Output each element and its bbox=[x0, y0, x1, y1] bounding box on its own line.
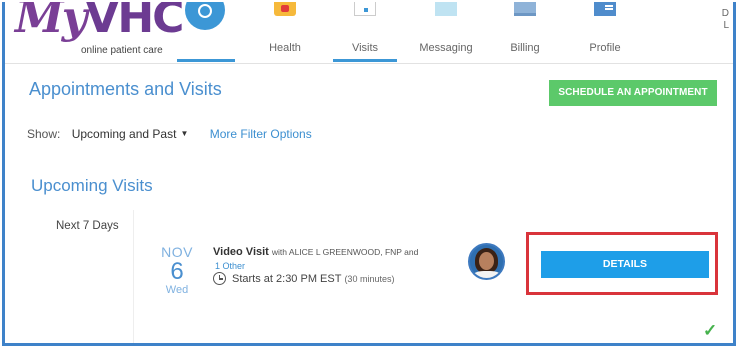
checkmark-icon: ✓ bbox=[703, 321, 718, 340]
logo-my-text: My bbox=[15, 2, 87, 43]
details-button[interactable]: DETAILS bbox=[541, 251, 709, 278]
myvhc-logo[interactable]: MyVHC online patient care bbox=[11, 2, 184, 64]
visit-provider: with ALICE L GREENWOOD, FNP and bbox=[271, 247, 419, 257]
show-filter-row: Show: Upcoming and Past ▼ More Filter Opt… bbox=[27, 127, 312, 141]
logo-tagline: online patient care bbox=[81, 45, 163, 56]
date-range-label: Next 7 Days bbox=[56, 220, 119, 232]
nav-tab-messaging[interactable]: Messaging bbox=[413, 2, 479, 64]
user-avatar-icon bbox=[185, 2, 225, 30]
visit-date: NOV 6 Wed bbox=[160, 244, 194, 296]
visit-info: Video Visit with ALICE L GREENWOOD, FNP … bbox=[213, 246, 433, 285]
visit-card: NOV 6 Wed Video Visit with ALICE L GREEN… bbox=[133, 210, 723, 345]
caret-down-icon: ▼ bbox=[180, 129, 189, 138]
home-avatar-tab[interactable] bbox=[177, 2, 235, 64]
nav-tab-health[interactable]: Health bbox=[255, 2, 315, 64]
logo-vhc-text: VHC bbox=[85, 2, 184, 43]
nav-tab-label: Billing bbox=[510, 42, 540, 54]
clock-icon bbox=[213, 272, 226, 285]
schedule-appointment-button[interactable]: SCHEDULE AN APPOINTMENT bbox=[549, 80, 717, 106]
visits-icon bbox=[354, 2, 376, 16]
highlight-box: DETAILS bbox=[526, 232, 718, 295]
nav-tab-label: Messaging bbox=[419, 42, 473, 54]
more-filter-options-link[interactable]: More Filter Options bbox=[210, 127, 312, 141]
visit-type: Video Visit bbox=[213, 246, 269, 258]
messaging-icon bbox=[435, 2, 457, 16]
nav-tab-label: Health bbox=[269, 42, 301, 54]
nav-tab-billing[interactable]: Billing bbox=[495, 2, 555, 64]
show-label: Show: bbox=[27, 127, 61, 141]
user-menu-edge[interactable]: D L bbox=[722, 8, 729, 32]
visit-weekday: Wed bbox=[165, 284, 189, 296]
other-participants-link[interactable]: 1 Other bbox=[215, 261, 433, 271]
provider-avatar bbox=[468, 243, 505, 280]
active-tab-indicator bbox=[333, 59, 397, 62]
top-navigation: MyVHC online patient care Health Visits … bbox=[5, 2, 733, 64]
divider bbox=[152, 343, 722, 345]
visit-day: 6 bbox=[170, 258, 184, 285]
profile-icon bbox=[594, 2, 616, 16]
visit-start-text: Starts at 2:30 PM EST bbox=[232, 272, 342, 285]
visit-duration: (30 minutes) bbox=[344, 273, 395, 284]
nav-tab-visits[interactable]: Visits bbox=[333, 2, 397, 64]
visit-time: Starts at 2:30 PM EST (30 minutes) bbox=[213, 272, 433, 285]
upcoming-visits-heading: Upcoming Visits bbox=[31, 176, 153, 195]
nav-tab-profile[interactable]: Profile bbox=[577, 2, 633, 64]
show-dropdown[interactable]: Upcoming and Past ▼ bbox=[72, 127, 189, 141]
app-window: MyVHC online patient care Health Visits … bbox=[2, 2, 736, 346]
page-title: Appointments and Visits bbox=[29, 79, 222, 99]
nav-tab-label: Profile bbox=[589, 42, 621, 54]
nav-tab-label: Visits bbox=[351, 42, 379, 54]
billing-icon bbox=[514, 2, 536, 16]
health-icon bbox=[274, 2, 296, 16]
